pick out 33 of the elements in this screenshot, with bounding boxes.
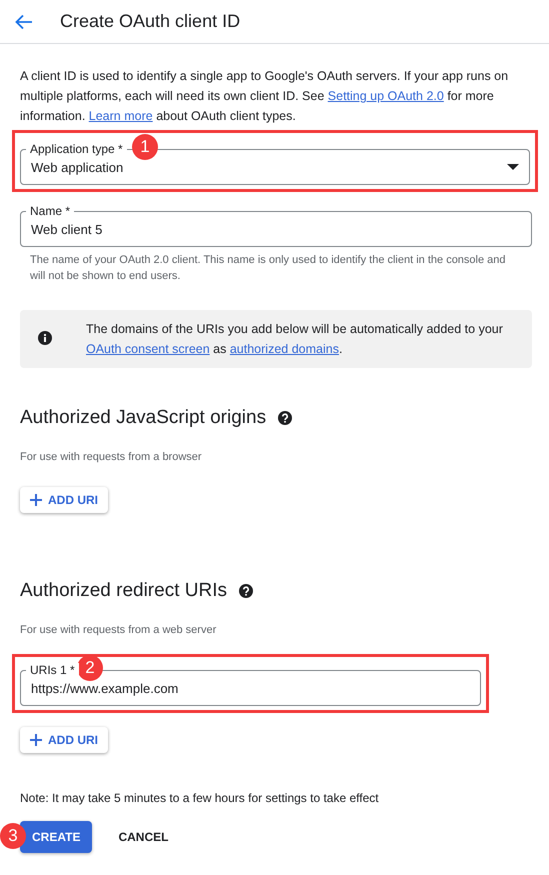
plus-icon [30,494,42,506]
link[interactable]: OAuth consent screen [86,342,210,356]
info-text: The domains of the URIs you add below will be automatically added to your OAuth consent screen as authorized domains. [86,321,504,358]
help-icon [238,584,253,598]
add-uri-button[interactable]: ADD URI [20,487,108,513]
back-arrow-icon[interactable] [15,14,33,30]
section-heading: Authorized JavaScript origins [20,406,266,430]
plus-icon [30,734,42,746]
field-label: Application type * [26,142,127,156]
page-title: Create OAuth client ID [60,10,240,33]
create-button[interactable]: CREATE [20,821,92,853]
section-subtitle: For use with requests from a web server [20,622,218,638]
cancel-button[interactable]: CANCEL [114,821,172,853]
step-badge: 2 [77,655,103,681]
add-uri-button[interactable]: ADD URI [20,727,108,753]
field-value: https://www.example.com [31,680,180,698]
intro-text: A client ID is used to identify a single app to Google's OAuth servers. If your app runs on multiple platforms, each will need its own client ID. See Setting up OAuth 2.0 for more information. Learn more about OAuth client types. [20,68,510,125]
dropdown-caret-icon [507,164,519,170]
note-text: Note: It may take 5 minutes to a few hours for settings to take effect [20,790,380,807]
field-value: Web client 5 [31,221,104,240]
step-badge: 3 [0,823,26,849]
link[interactable]: Learn more [88,109,153,123]
section-heading: Authorized redirect URIs [20,579,227,603]
field-label: Name * [26,204,74,218]
field-label: URIs 1 * [26,663,79,677]
helper-text: The name of your OAuth 2.0 client. This name is only used to identify the client in the console and will not be shown to end users. [29,253,507,284]
help-icon [278,411,292,426]
link[interactable]: Setting up OAuth 2.0 [328,89,444,103]
info-icon [38,331,52,345]
field-value: Web application [31,159,124,178]
section-subtitle: For use with requests from a browser [20,450,203,464]
link[interactable]: authorized domains [230,342,339,356]
step-badge: 1 [132,134,158,160]
